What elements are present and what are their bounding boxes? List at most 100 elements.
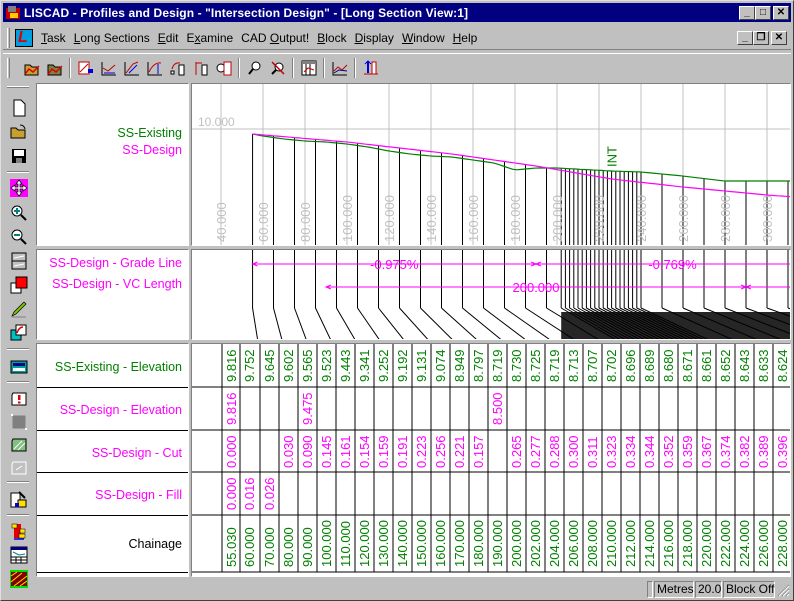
toolbar-grip[interactable]	[7, 57, 10, 78]
zoom-cancel-button[interactable]	[266, 57, 289, 79]
open-folder-button[interactable]	[8, 121, 30, 143]
disabled-button[interactable]	[8, 457, 30, 479]
table-label-panel: SS-Existing - Elevation SS-Design - Eleva…	[36, 343, 189, 577]
table-view-button[interactable]	[297, 57, 320, 79]
cell-cut: 0.359	[680, 435, 695, 468]
cell-cut: 0.277	[528, 435, 543, 468]
hatch-button[interactable]	[8, 434, 30, 456]
menu-long-sections[interactable]: Long Sections	[70, 31, 154, 45]
cell-existing: 9.443	[338, 349, 353, 382]
cell-chainage: 210.000	[604, 520, 619, 567]
zoom-point-button[interactable]	[243, 57, 266, 79]
design-curve-button[interactable]	[143, 57, 166, 79]
properties-button[interactable]	[8, 488, 30, 510]
profile-graph-panel[interactable]: 10.000 40.000 60.000 80.000 100.000 120.000 14…	[191, 83, 791, 246]
cell-cut: 0.221	[452, 435, 467, 468]
export-profile-button[interactable]	[43, 57, 66, 79]
grade-chart[interactable]: -0.975%-0.769%0.556%200.00060.000	[192, 250, 791, 340]
profile-view-button[interactable]	[328, 57, 351, 79]
menu-edit[interactable]: Edit	[154, 31, 183, 45]
menu-cad-output[interactable]: CAD Output!	[237, 31, 313, 45]
menu-grip[interactable]	[7, 27, 10, 48]
table-data-panel[interactable]: 9.816 9.816 0.000 0.000 55.030 9.752 0.016 60.0…	[191, 343, 791, 577]
pencil-button[interactable]	[8, 298, 30, 320]
maximize-button[interactable]: □	[755, 5, 771, 20]
cell-cut: 0.288	[547, 435, 562, 468]
datum-label: 10.000	[198, 115, 235, 129]
delete-point-button[interactable]	[189, 57, 212, 79]
left-toolbar-grip[interactable]	[7, 86, 29, 88]
cell-cut: 0.352	[661, 435, 676, 468]
cell-existing: 8.702	[604, 349, 619, 382]
row-label-design: SS-Design - Elevation	[59, 403, 182, 417]
cell-chainage: 150.000	[414, 520, 429, 567]
grade-graph-panel[interactable]: -0.975%-0.769%0.556%200.00060.000	[191, 249, 791, 340]
cell-chainage: 100.000	[319, 520, 334, 567]
new-file-button[interactable]	[8, 97, 30, 119]
cell-existing: 9.565	[300, 349, 315, 382]
title-bar[interactable]: LISCAD - Profiles and Design - "Intersec…	[3, 3, 791, 22]
resize-grip-icon[interactable]	[777, 584, 790, 597]
warning-button[interactable]	[8, 388, 30, 410]
window-title: LISCAD - Profiles and Design - "Intersec…	[24, 5, 469, 20]
calculator-button[interactable]	[8, 356, 30, 378]
pan-button[interactable]	[8, 177, 30, 199]
legend-vc-length: SS-Design - VC Length	[52, 277, 182, 291]
mdi-document-icon[interactable]: L	[15, 28, 33, 47]
zoom-in-button[interactable]	[8, 202, 30, 224]
table-button[interactable]	[8, 544, 30, 566]
liscad-app-icon[interactable]	[5, 5, 21, 21]
open-profile-button[interactable]	[20, 57, 43, 79]
square-button[interactable]	[8, 411, 30, 433]
zoom-cancel-icon	[270, 60, 285, 75]
row-divider	[37, 572, 188, 573]
chainage-tick-label: 260.000	[676, 195, 691, 242]
color-button[interactable]	[8, 274, 30, 296]
delete-point-icon	[195, 61, 207, 75]
panel-layout-button[interactable]	[8, 250, 30, 272]
menu-help[interactable]: Help	[449, 31, 482, 45]
cell-chainage: 220.000	[699, 520, 714, 567]
mdi-minimize-button[interactable]: _	[737, 30, 753, 45]
zoom-in-icon	[11, 205, 27, 221]
level-button[interactable]	[359, 57, 382, 79]
cell-cut: 0.154	[357, 435, 372, 468]
insert-point-button[interactable]	[166, 57, 189, 79]
menu-display[interactable]: Display	[351, 31, 398, 45]
zoom-out-button[interactable]	[8, 226, 30, 248]
close-button[interactable]: ✕	[773, 5, 789, 20]
mdi-restore-button[interactable]: ❐	[753, 30, 769, 45]
design-grade-button[interactable]	[97, 57, 120, 79]
chainage-tick-label: 60.000	[256, 202, 271, 242]
save-button[interactable]	[8, 145, 30, 167]
chainage-tick-label: 140.000	[424, 195, 439, 242]
examine-button[interactable]	[212, 57, 235, 79]
menu-window[interactable]: Window	[398, 31, 449, 45]
profile-chart[interactable]: 10.000 40.000 60.000 80.000 100.000 120.000 14…	[192, 84, 791, 246]
cell-existing: 8.633	[756, 349, 771, 382]
edit-design-button[interactable]	[74, 57, 97, 79]
cell-chainage: 170.000	[452, 520, 467, 567]
minimize-button[interactable]: _	[739, 5, 755, 20]
cell-chainage: 202.000	[528, 520, 543, 567]
cell-existing: 9.645	[262, 349, 277, 382]
restore-icon: ❐	[756, 31, 766, 43]
profile-legend-panel: SS-Existing SS-Design	[36, 83, 189, 246]
left-toolbar-separator	[7, 171, 29, 173]
cell-chainage: 140.000	[395, 520, 410, 567]
menu-block[interactable]: Block	[313, 31, 350, 45]
cell-cut: 0.382	[737, 435, 752, 468]
edit-design-icon	[78, 61, 93, 74]
menu-task[interactable]: Task	[37, 31, 70, 45]
menu-examine[interactable]: Examine	[182, 31, 237, 45]
mdi-close-button[interactable]: ✕	[771, 30, 787, 45]
design-vc-button[interactable]	[120, 57, 143, 79]
cell-cut: 0.396	[775, 435, 790, 468]
cell-cut: 0.145	[319, 435, 334, 468]
design-grade-icon	[101, 61, 116, 75]
copy-button[interactable]	[8, 322, 30, 344]
levels-button[interactable]	[8, 520, 30, 542]
data-table[interactable]: 9.816 9.816 0.000 0.000 55.030 9.752 0.016 60.0…	[192, 344, 791, 577]
fan-line	[462, 307, 502, 339]
cell-cut: 0.191	[395, 435, 410, 468]
